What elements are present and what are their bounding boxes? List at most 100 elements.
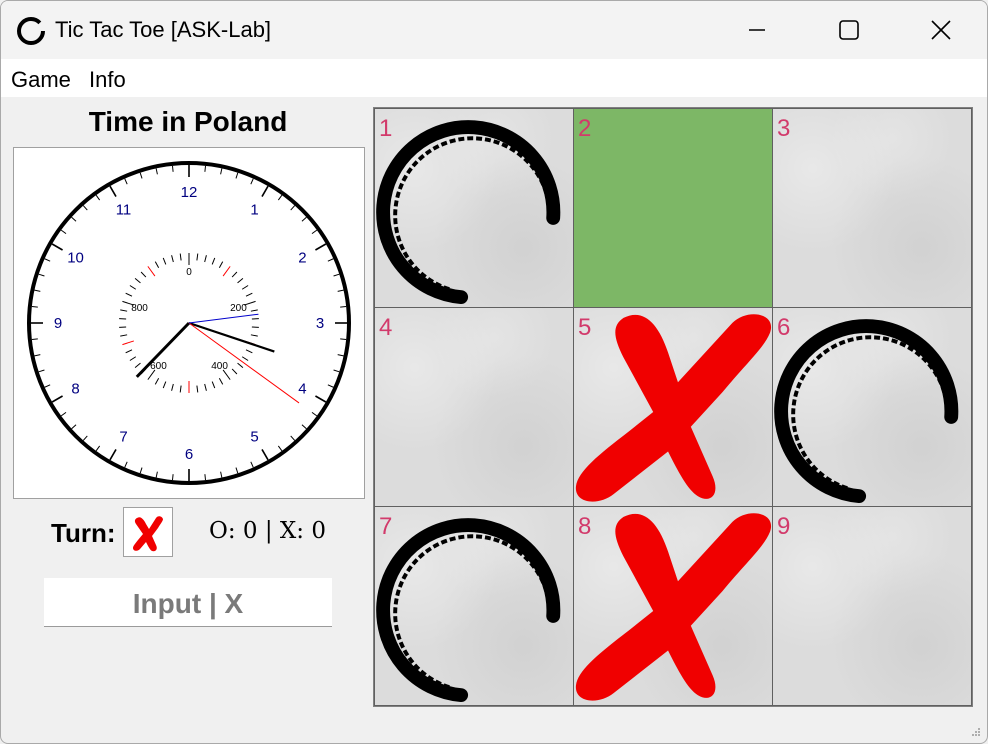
minute-tick [277, 445, 283, 452]
ms-tick [147, 266, 156, 277]
board-cell-5[interactable]: 5 [573, 307, 773, 507]
ms-tick [120, 309, 128, 312]
minute-tick [60, 229, 67, 235]
ms-hand [188, 313, 259, 324]
ms-tick [134, 362, 141, 369]
board-cell-3[interactable]: 3 [772, 108, 972, 308]
ms-dial-label: 600 [150, 361, 167, 372]
minute-tick [71, 424, 77, 430]
minute-tick [109, 449, 117, 461]
minute-tick [95, 194, 101, 201]
minute-tick [290, 205, 296, 211]
x-mark-icon [575, 314, 772, 502]
ms-tick [140, 271, 147, 278]
board-cell-1[interactable]: 1 [374, 108, 574, 308]
minute-tick [124, 461, 128, 468]
minute-tick [333, 369, 340, 373]
cell-number: 9 [777, 513, 791, 540]
ms-tick [179, 385, 182, 393]
title-bar[interactable]: Tic Tac Toe [ASK-Lab] [1, 1, 987, 59]
hour-number: 1 [250, 202, 258, 219]
cell-number: 3 [777, 115, 791, 142]
hour-number: 12 [181, 184, 198, 201]
minute-tick [155, 168, 158, 175]
minute-tick [337, 289, 344, 292]
minute-tick [235, 467, 239, 474]
board-cell-8[interactable]: 8 [573, 506, 773, 706]
minute-tick [311, 411, 318, 417]
ms-tick [211, 257, 216, 265]
ms-tick [129, 356, 137, 361]
game-board: 1 2 3 4 5 6 7 8 9 [373, 107, 973, 707]
minute-tick [171, 474, 174, 481]
minute-tick [204, 474, 207, 481]
ms-tick [237, 362, 244, 369]
ms-tick [122, 340, 134, 346]
ms-tick [125, 349, 133, 354]
board-cell-6[interactable]: 6 [772, 307, 972, 507]
hour-number: 2 [298, 250, 306, 267]
close-button[interactable] [895, 1, 987, 59]
minute-tick [261, 185, 269, 197]
ms-tick [162, 381, 167, 389]
minute-tick [250, 178, 254, 185]
ms-tick [129, 285, 137, 290]
minute-tick [301, 424, 307, 430]
minimize-icon [749, 29, 765, 31]
ms-dial-label: 0 [186, 267, 192, 278]
minute-tick [315, 395, 327, 403]
hour-number: 7 [119, 428, 127, 445]
hour-number: 3 [316, 315, 324, 332]
minute-tick [333, 273, 340, 277]
board-cell-9[interactable]: 9 [772, 506, 972, 706]
minute-tick [34, 354, 41, 357]
clock-face: 1212345678910110200400600800 [27, 161, 351, 485]
minute-tick [82, 435, 88, 441]
ms-tick [171, 255, 174, 263]
minute-tick [71, 216, 77, 222]
ms-tick [171, 383, 174, 391]
minute-tick [44, 384, 51, 388]
minute-tick [139, 467, 143, 474]
board-cell-2[interactable]: 2 [573, 108, 773, 308]
board-cell-7[interactable]: 7 [374, 506, 574, 706]
ms-tick [250, 309, 258, 312]
window-title: Tic Tac Toe [ASK-Lab] [55, 17, 272, 42]
minute-tick [327, 384, 334, 388]
turn-label: Turn: [51, 518, 116, 548]
minute-tick [301, 216, 307, 222]
minute-tick [31, 305, 38, 308]
hour-hand [188, 321, 275, 353]
minute-tick [327, 258, 334, 262]
minimize-button[interactable] [711, 1, 803, 59]
menu-game[interactable]: Game [11, 67, 71, 93]
input-button[interactable]: Input | X [44, 578, 332, 627]
minute-tick [60, 411, 67, 417]
board-cell-4[interactable]: 4 [374, 307, 574, 507]
x-mark-icon [575, 513, 772, 701]
maximize-icon [839, 20, 859, 40]
minute-tick [109, 185, 117, 197]
ms-tick [241, 285, 249, 290]
minute-tick [340, 338, 347, 341]
minute-tick [51, 243, 63, 251]
minute-tick [38, 273, 45, 277]
minute-tick [311, 229, 318, 235]
minute-tick [250, 461, 254, 468]
turn-indicator [123, 507, 173, 557]
second-hand [188, 322, 300, 404]
ms-dial-label: 400 [211, 361, 228, 372]
minute-tick [220, 471, 223, 478]
maximize-button[interactable] [803, 1, 895, 59]
ms-tick [222, 266, 231, 277]
o-mark-icon [376, 120, 561, 305]
resize-grip-icon[interactable] [971, 727, 981, 737]
minute-tick [220, 168, 223, 175]
minute-tick [277, 194, 283, 201]
minute-tick [337, 354, 344, 357]
minute-tick [139, 172, 143, 179]
ms-tick [250, 334, 258, 337]
menu-info[interactable]: Info [89, 67, 126, 93]
ms-tick [120, 334, 128, 337]
analog-clock: 12 1 2 3 4 5 6 7 8 9 10 11 0 200 400 600 800 [13, 147, 365, 499]
